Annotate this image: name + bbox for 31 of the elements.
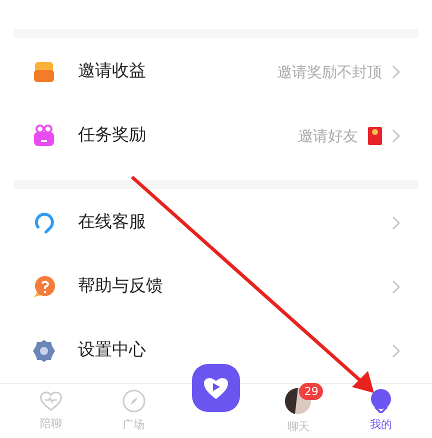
envelope-icon (368, 127, 382, 146)
row-label: 在线客服 (78, 211, 146, 234)
chevron-right-icon (392, 216, 400, 230)
chevron-right-icon (392, 344, 400, 358)
menu-item[interactable]: 任务奖励 邀请好友 (0, 104, 432, 168)
heart-play-icon (203, 376, 230, 400)
row-hint: 邀请奖励不封顶 (277, 62, 382, 83)
menu-item[interactable]: 在线客服 (0, 191, 432, 256)
tab[interactable]: 29 聊天 (257, 384, 340, 438)
heart-pulse-icon (39, 390, 64, 412)
chevron-right-icon (392, 65, 400, 80)
menu-item[interactable]: 设置中心 (0, 319, 432, 384)
center-play-button[interactable] (192, 364, 240, 412)
chevron-right-icon (392, 129, 400, 144)
settings-icon (32, 339, 56, 364)
unread-badge: 29 (299, 382, 324, 400)
row-hint: 邀请好友 (298, 126, 358, 147)
row-label: 帮助与反馈 (78, 275, 163, 298)
profile-icon (370, 388, 392, 413)
tab[interactable]: 我的 (340, 384, 422, 438)
gift-icon (32, 124, 56, 148)
wallet-icon (32, 60, 56, 84)
compass-icon (122, 388, 146, 413)
row-label: 设置中心 (78, 339, 146, 362)
row-label: 任务奖励 (78, 124, 146, 148)
chevron-right-icon (392, 280, 400, 294)
headset-icon (32, 211, 56, 236)
menu-item[interactable]: 邀请收益 邀请奖励不封顶 (0, 40, 432, 104)
menu-item[interactable]: 帮助与反馈 (0, 255, 432, 320)
help-icon (32, 275, 56, 300)
row-label: 邀请收益 (78, 60, 146, 84)
